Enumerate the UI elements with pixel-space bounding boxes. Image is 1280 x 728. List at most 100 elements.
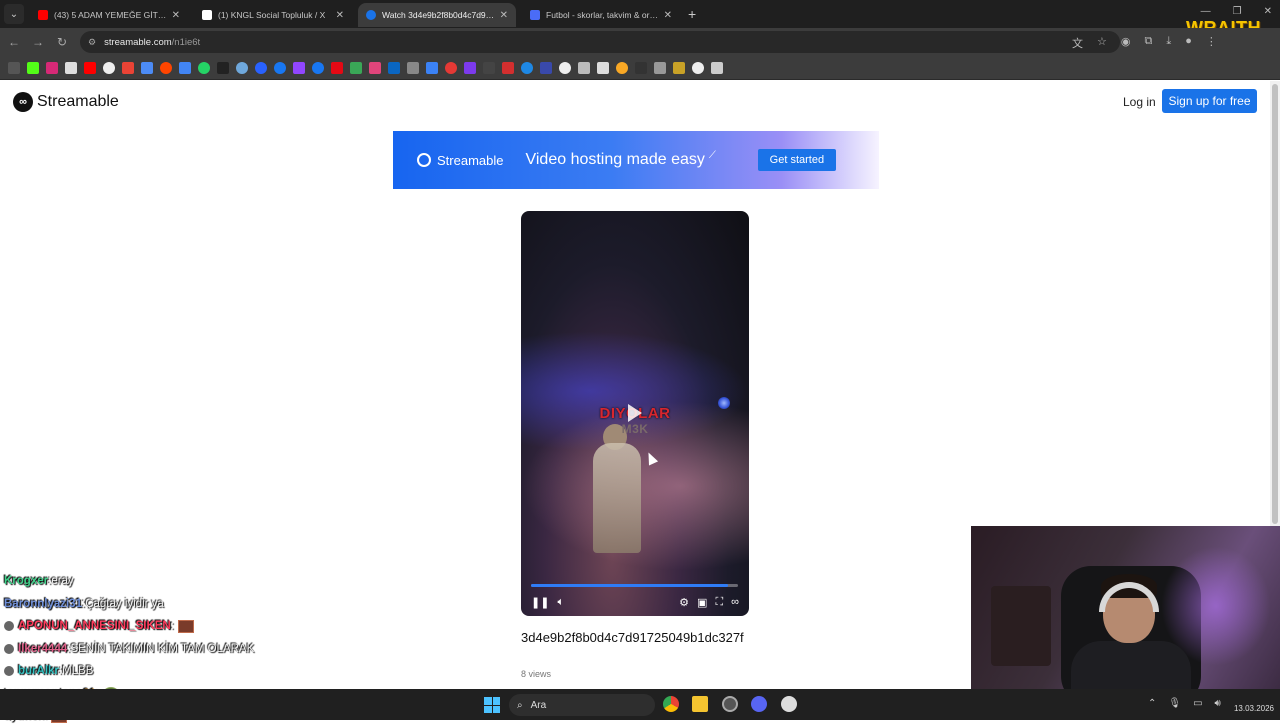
fullscreen-icon[interactable]: ⛶ bbox=[715, 596, 723, 609]
login-link[interactable]: Log in bbox=[1123, 95, 1156, 109]
bookmarks-bar bbox=[0, 56, 1280, 80]
get-started-button[interactable]: Get started bbox=[757, 149, 836, 171]
translate-icon[interactable] bbox=[179, 61, 191, 74]
bookmark-icon[interactable] bbox=[141, 61, 153, 74]
bookmark-icon[interactable] bbox=[407, 61, 419, 74]
menu-icon[interactable]: ⋮ bbox=[1206, 35, 1217, 51]
bookmark-icon[interactable] bbox=[540, 61, 552, 74]
new-tab-button[interactable]: + bbox=[688, 6, 696, 22]
discord-icon[interactable] bbox=[751, 696, 767, 712]
bookmark-icon[interactable] bbox=[426, 61, 438, 74]
facebook-icon[interactable] bbox=[274, 61, 286, 74]
site-info-icon[interactable]: ⚙ bbox=[88, 37, 96, 48]
bookmark-icon[interactable] bbox=[255, 61, 267, 74]
whatsapp-icon[interactable] bbox=[198, 61, 210, 74]
close-icon[interactable]: ✕ bbox=[664, 10, 672, 21]
restore-icon[interactable]: ❐ bbox=[1233, 6, 1242, 17]
forward-icon[interactable]: → bbox=[26, 35, 50, 49]
bookmark-icon[interactable] bbox=[616, 61, 628, 74]
signup-button[interactable]: Sign up for free bbox=[1162, 89, 1257, 113]
bookmark-icon[interactable] bbox=[654, 61, 666, 74]
tab-search-button[interactable]: ⌄ bbox=[4, 4, 24, 24]
streamable-logo-icon[interactable]: ∞ bbox=[731, 596, 739, 608]
extension-icon[interactable]: ◉ bbox=[1121, 35, 1131, 51]
tab-futbol[interactable]: Futbol - skorlar, takvim & oranl... ✕ bbox=[522, 3, 680, 27]
minimize-icon[interactable]: — bbox=[1201, 6, 1211, 17]
back-icon[interactable]: ← bbox=[2, 35, 26, 49]
bookmark-icon[interactable] bbox=[445, 61, 457, 74]
bookmark-icon[interactable] bbox=[464, 61, 476, 74]
chat-badge-icon bbox=[4, 666, 14, 677]
windows-start-icon[interactable] bbox=[484, 697, 500, 713]
translate-icon[interactable]: 文 bbox=[1072, 35, 1083, 51]
chat-message: Baronnlyazi31 : Çağtay iyidir ya bbox=[4, 593, 324, 616]
bookmark-icon[interactable] bbox=[369, 61, 381, 74]
netflix-icon[interactable] bbox=[331, 61, 343, 74]
chevron-up-icon[interactable]: ⌃ bbox=[1148, 698, 1156, 709]
bookmark-icon[interactable] bbox=[502, 61, 514, 74]
pause-icon[interactable]: ❚❚ bbox=[531, 596, 549, 609]
video-overlay-subtitle: M3K bbox=[621, 422, 649, 436]
taskbar-clock[interactable]: 13.03.2026 bbox=[1224, 692, 1274, 714]
close-icon[interactable]: ✕ bbox=[336, 10, 344, 21]
reddit-icon[interactable] bbox=[160, 61, 172, 74]
instagram-icon[interactable] bbox=[46, 61, 58, 74]
bookmark-icon[interactable] bbox=[597, 61, 609, 74]
google-icon[interactable] bbox=[103, 61, 115, 74]
tab-streamable[interactable]: Watch 3d4e9b2f8b0d4c7d9172... ✕ bbox=[358, 3, 516, 27]
bookmark-icon[interactable] bbox=[559, 61, 571, 74]
chat-text: MLBB bbox=[62, 665, 94, 678]
bookmark-icon[interactable] bbox=[483, 61, 495, 74]
file-explorer-icon[interactable] bbox=[692, 696, 708, 712]
gmail-icon[interactable] bbox=[122, 61, 134, 74]
chrome-icon[interactable] bbox=[663, 696, 679, 712]
bookmark-icon[interactable] bbox=[673, 61, 685, 74]
twitch-icon[interactable] bbox=[293, 61, 305, 74]
steam-icon[interactable] bbox=[781, 696, 797, 712]
bookmark-icon[interactable] bbox=[692, 61, 704, 74]
apps-icon[interactable] bbox=[8, 61, 20, 74]
taskbar-app-icon[interactable] bbox=[722, 696, 738, 712]
bookmark-icon[interactable] bbox=[521, 61, 533, 74]
steam-icon[interactable] bbox=[217, 61, 229, 74]
bookmark-icon[interactable] bbox=[312, 61, 324, 74]
page-scrollbar-thumb[interactable] bbox=[1272, 84, 1278, 524]
tab-x[interactable]: (1) KNGL Social Topluluk / X ✕ bbox=[194, 3, 352, 27]
taskbar-search[interactable]: ⌕ Ara bbox=[509, 694, 655, 716]
streamer-webcam bbox=[971, 526, 1280, 698]
address-bar[interactable]: ⚙ streamable.com/n1ie6t bbox=[80, 31, 1120, 53]
promo-banner[interactable]: Streamable Video hosting made easy ⟋ Get… bbox=[393, 131, 879, 189]
profile-icon[interactable]: ● bbox=[1185, 35, 1192, 51]
play-icon[interactable] bbox=[628, 404, 642, 422]
picture-in-picture-icon[interactable]: ▣ bbox=[697, 596, 707, 609]
taskbar-date: 13.03.2026 bbox=[1233, 704, 1274, 713]
close-icon[interactable]: ✕ bbox=[500, 10, 508, 21]
bookmark-icon[interactable] bbox=[578, 61, 590, 74]
microphone-icon[interactable]: 🎙︎ bbox=[1168, 698, 1181, 709]
bookmark-star-icon[interactable]: ☆ bbox=[1097, 35, 1107, 51]
network-icon[interactable]: ▭ bbox=[1193, 698, 1202, 709]
volume-icon[interactable]: 🔊︎ bbox=[1215, 698, 1221, 709]
volume-icon[interactable]: 🔈︎ bbox=[557, 596, 564, 609]
youtube-icon[interactable] bbox=[84, 61, 96, 74]
bookmark-icon[interactable] bbox=[236, 61, 248, 74]
close-window-icon[interactable]: ✕ bbox=[1264, 6, 1272, 17]
reload-icon[interactable]: ↻ bbox=[50, 35, 74, 49]
bookmark-icon[interactable] bbox=[388, 61, 400, 74]
x-icon[interactable] bbox=[65, 61, 77, 74]
kick-icon[interactable] bbox=[27, 61, 39, 74]
bookmark-icon[interactable] bbox=[711, 61, 723, 74]
video-player[interactable]: DIYOLAR M3K ❚❚ 🔈︎ ⚙ ▣ ⛶ ∞ bbox=[521, 211, 749, 616]
bookmark-icon[interactable] bbox=[635, 61, 647, 74]
tab-title: Watch 3d4e9b2f8b0d4c7d9172... bbox=[382, 10, 496, 20]
tab-youtube[interactable]: (43) 5 ADAM YEMEĞE GİTTİK, T... ✕ bbox=[30, 3, 188, 27]
site-logo[interactable]: ∞ Streamable bbox=[13, 92, 119, 112]
chat-badge-icon bbox=[4, 643, 14, 654]
bookmark-icon[interactable] bbox=[350, 61, 362, 74]
close-icon[interactable]: ✕ bbox=[172, 10, 180, 21]
settings-icon[interactable]: ⚙ bbox=[679, 596, 689, 609]
extensions-puzzle-icon[interactable]: ⧉ bbox=[1144, 35, 1152, 51]
browser-tab-strip: ⌄ (43) 5 ADAM YEMEĞE GİTTİK, T... ✕ (1) … bbox=[0, 0, 1280, 28]
download-icon[interactable]: ⤓ bbox=[1166, 35, 1171, 51]
video-progress-bar[interactable] bbox=[531, 584, 738, 587]
